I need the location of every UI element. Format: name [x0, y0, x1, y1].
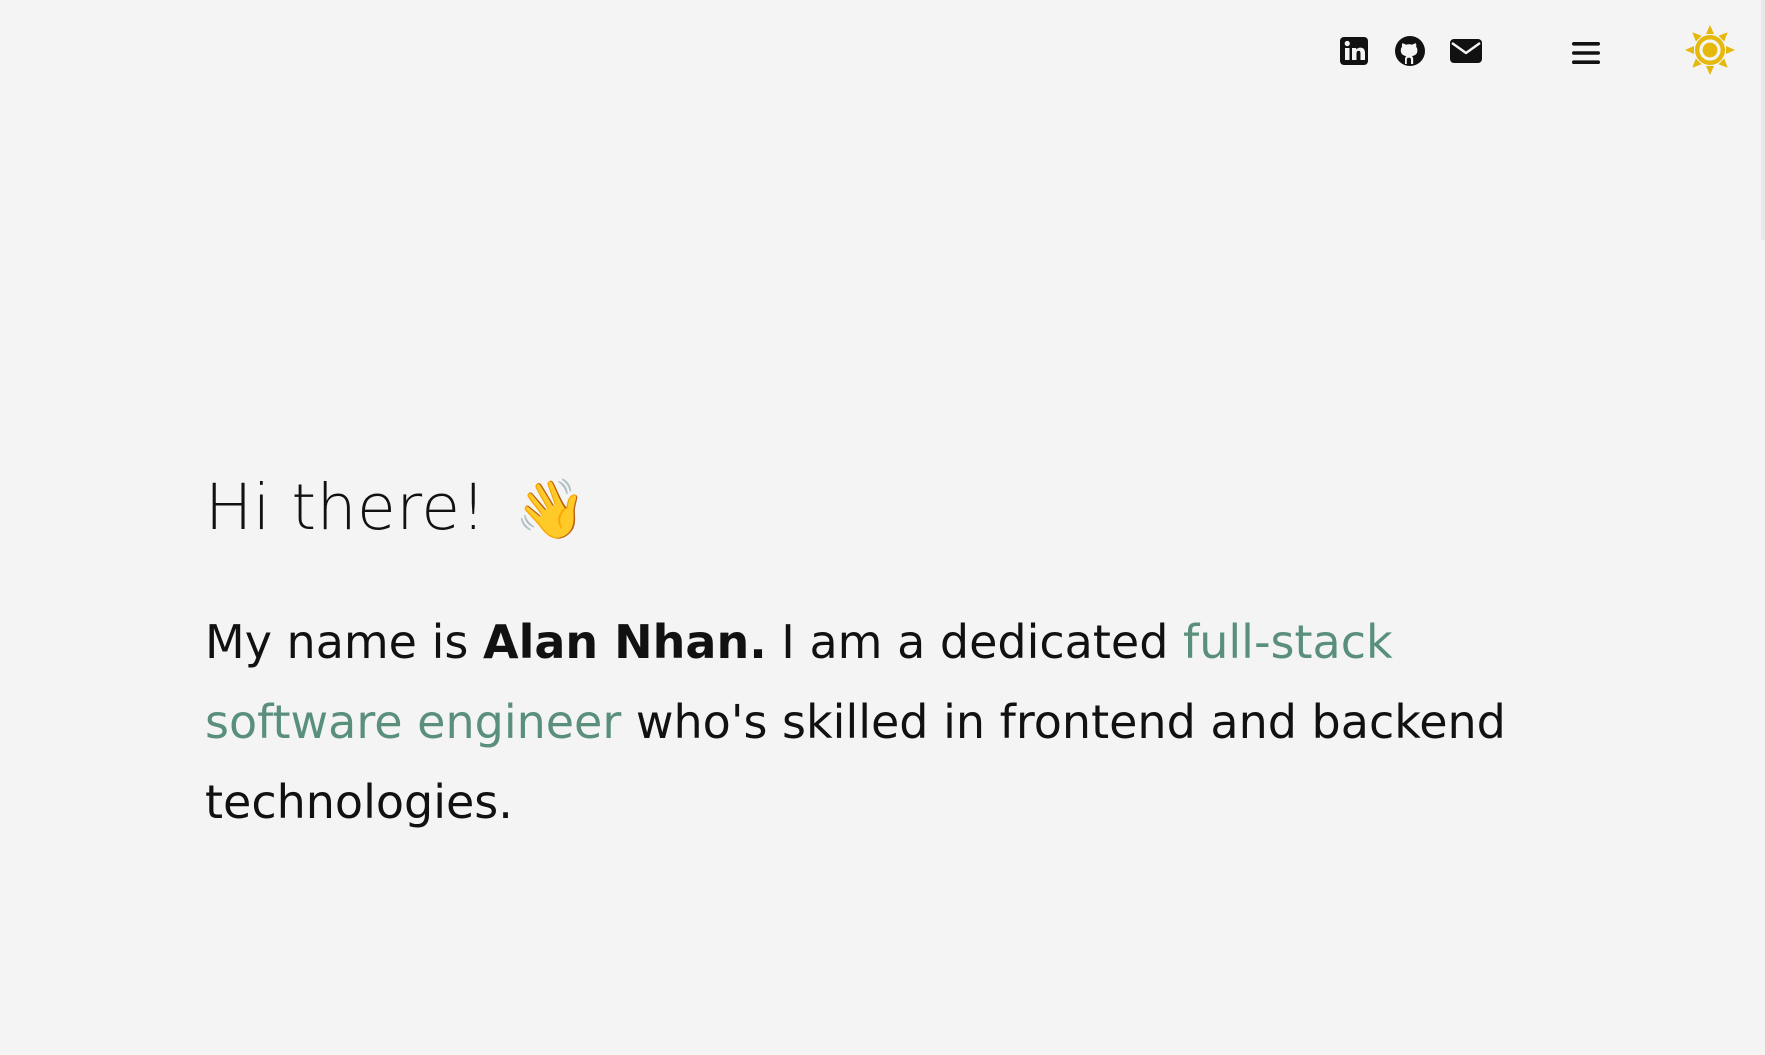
- email-link[interactable]: [1448, 36, 1484, 66]
- sun-icon: [1685, 25, 1735, 75]
- github-icon: [1395, 36, 1425, 66]
- linkedin-icon: [1340, 37, 1368, 65]
- github-link[interactable]: [1393, 34, 1427, 68]
- hero-section: Hi there! 👋 My name is Alan Nhan. I am a…: [205, 470, 1565, 842]
- intro-middle: I am a dedicated: [766, 614, 1184, 669]
- intro-prefix: My name is: [205, 614, 483, 669]
- waving-hand-icon: 👋: [514, 475, 588, 543]
- portfolio-page: Hi there! 👋 My name is Alan Nhan. I am a…: [0, 0, 1765, 1055]
- top-navbar: [0, 0, 1765, 110]
- greeting-text: Hi there!: [205, 471, 487, 544]
- linkedin-link[interactable]: [1338, 34, 1370, 68]
- greeting-heading: Hi there! 👋: [205, 470, 1565, 546]
- theme-toggle-button[interactable]: [1682, 22, 1738, 78]
- author-name: Alan Nhan.: [482, 614, 767, 669]
- intro-paragraph: My name is Alan Nhan. I am a dedicated f…: [205, 602, 1565, 842]
- hamburger-menu-icon: [1572, 42, 1600, 64]
- menu-button[interactable]: [1570, 38, 1602, 68]
- mail-icon: [1450, 39, 1482, 63]
